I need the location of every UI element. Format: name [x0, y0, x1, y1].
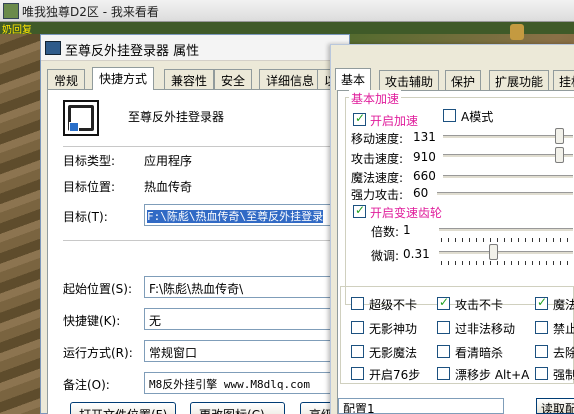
shadow-magic-checkbox[interactable]: [351, 345, 364, 358]
basic-speed-group-title: 基本加速: [349, 90, 402, 107]
config-select[interactable]: 配置1: [338, 398, 504, 414]
step76-checkbox[interactable]: [351, 367, 364, 380]
game-app-icon: [3, 3, 19, 19]
tab-afk[interactable]: 挂机: [553, 70, 574, 90]
properties-title: 至尊反外挂登录器 属性: [65, 44, 200, 59]
magic-speed-value: 660: [413, 169, 436, 183]
game-status-strip: 奶回复: [0, 22, 574, 36]
target-input[interactable]: F:\陈彪\热血传奇\至尊反外挂登录: [144, 204, 348, 226]
power-attack-slider[interactable]: [437, 192, 573, 196]
change-icon-button[interactable]: 更改图标(C)...: [190, 402, 286, 414]
application-icon: [63, 100, 99, 136]
fine-tune-thumb[interactable]: [489, 244, 498, 260]
power-attack-value: 60: [413, 186, 429, 200]
enable-gear-checkbox[interactable]: [353, 203, 366, 218]
enable-speed-checkbox[interactable]: [353, 111, 366, 126]
tab-basic[interactable]: 基本: [335, 68, 372, 90]
run-select[interactable]: 常规窗口: [144, 340, 348, 362]
properties-dialog: 至尊反外挂登录器 属性 常规 快捷方式 兼容性 安全 详细信息 以 至尊反外挂登…: [40, 34, 350, 414]
shadow-magic-label: 无影魔法: [369, 346, 418, 360]
hotkey-input[interactable]: 无: [144, 308, 348, 330]
shadow-skill-label: 无影神功: [369, 322, 418, 336]
see-assassin-checkbox[interactable]: [437, 345, 450, 358]
multiplier-value: 1: [403, 223, 411, 237]
game-character: [510, 24, 524, 40]
divider: [63, 146, 348, 147]
step76-label: 开启76步: [369, 368, 421, 382]
shortcut-page: 至尊反外挂登录器 目标类型: 应用程序 目标位置: 热血传奇 目标(T): F:…: [47, 89, 348, 414]
attack-speed-thumb[interactable]: [555, 147, 564, 163]
tab-details[interactable]: 详细信息: [259, 69, 322, 89]
move-speed-thumb[interactable]: [555, 128, 564, 144]
shortcut-icon: [45, 41, 61, 55]
move-speed-label: 移动速度:: [351, 132, 404, 146]
force-label: 强制: [553, 368, 574, 382]
tab-shortcut[interactable]: 快捷方式: [92, 67, 155, 90]
tab-compatibility[interactable]: 兼容性: [164, 69, 215, 89]
super-no-lag-checkbox[interactable]: [351, 297, 364, 310]
force-checkbox[interactable]: [535, 367, 548, 380]
magic-speed-slider[interactable]: [443, 175, 573, 179]
fine-tune-slider[interactable]: [439, 251, 573, 255]
drift-step-checkbox[interactable]: [437, 367, 450, 380]
comment-input[interactable]: M8反外挂引擎 www.M8dlq.com: [144, 372, 348, 394]
target-label: 目标(T):: [63, 210, 108, 224]
move-speed-slider[interactable]: [443, 135, 573, 139]
target-location-value: 热血传奇: [144, 180, 193, 194]
run-label: 运行方式(R):: [63, 346, 133, 360]
application-name: 至尊反外挂登录器: [128, 110, 225, 124]
super-no-lag-label: 超级不卡: [369, 298, 418, 312]
attack-speed-value: 910: [413, 150, 436, 164]
tab-attack-assist[interactable]: 攻击辅助: [379, 70, 440, 90]
tab-extensions[interactable]: 扩展功能: [489, 70, 550, 90]
fine-tune-label: 微调:: [371, 249, 400, 263]
multiplier-slider[interactable]: [439, 228, 573, 232]
shadow-skill-checkbox[interactable]: [351, 321, 364, 334]
see-assassin-label: 看清暗杀: [455, 346, 504, 360]
power-attack-label: 强力攻击:: [351, 188, 404, 202]
properties-titlebar[interactable]: 至尊反外挂登录器 属性: [41, 35, 349, 61]
toggles-group: 超级不卡 攻击不卡 魔法 无影神功 过非法移动 禁止 无影魔法 看清暗杀 去除 …: [340, 286, 574, 384]
read-config-button[interactable]: 读取配置: [536, 398, 574, 414]
start-in-input[interactable]: F:\陈彪\热血传奇\: [144, 276, 348, 298]
magic-label: 魔法: [553, 298, 574, 312]
a-mode-checkbox[interactable]: [443, 109, 456, 122]
target-selected-text: F:\陈彪\热血传奇\至尊反外挂登录: [147, 210, 324, 223]
magic-checkbox[interactable]: [535, 295, 548, 310]
multiplier-ticks: [441, 238, 573, 242]
bypass-illegal-move-checkbox[interactable]: [437, 321, 450, 334]
tab-protect[interactable]: 保护: [445, 70, 482, 90]
a-mode-label: A模式: [461, 110, 494, 124]
open-file-location-button[interactable]: 打开文件位置(F): [70, 402, 177, 414]
tab-general[interactable]: 常规: [47, 69, 86, 89]
game-window-title: 唯我独尊D2区 - 我来看看: [22, 5, 159, 19]
magic-speed-label: 魔法速度:: [351, 171, 404, 185]
game-terrain: [0, 34, 40, 414]
enable-gear-label: 开启变速齿轮: [370, 206, 443, 220]
game-window-titlebar: 唯我独尊D2区 - 我来看看: [0, 0, 574, 22]
comment-label: 备注(O):: [63, 378, 110, 392]
forbid-label: 禁止: [553, 322, 574, 336]
fine-tune-value: 0.31: [403, 247, 430, 261]
drift-step-label: 漂移步 Alt+A: [455, 368, 530, 382]
start-in-label: 起始位置(S):: [63, 282, 133, 296]
target-type-value: 应用程序: [144, 154, 193, 168]
attack-speed-slider[interactable]: [443, 154, 573, 158]
multiplier-label: 倍数:: [371, 225, 400, 239]
target-location-label: 目标位置:: [63, 180, 116, 194]
target-type-label: 目标类型:: [63, 154, 116, 168]
move-speed-value: 131: [413, 130, 436, 144]
fine-tune-ticks: [441, 261, 573, 265]
enable-speed-label: 开启加速: [370, 114, 419, 128]
attack-speed-label: 攻击速度:: [351, 152, 404, 166]
hotkey-label: 快捷键(K):: [63, 314, 121, 328]
remove-checkbox[interactable]: [535, 345, 548, 358]
tab-security[interactable]: 安全: [214, 69, 253, 89]
divider: [63, 240, 348, 241]
remove-label: 去除: [553, 346, 574, 360]
bypass-illegal-move-label: 过非法移动: [455, 322, 516, 336]
forbid-checkbox[interactable]: [535, 321, 548, 334]
attack-no-lag-checkbox[interactable]: [437, 295, 450, 310]
attack-no-lag-label: 攻击不卡: [455, 298, 504, 312]
